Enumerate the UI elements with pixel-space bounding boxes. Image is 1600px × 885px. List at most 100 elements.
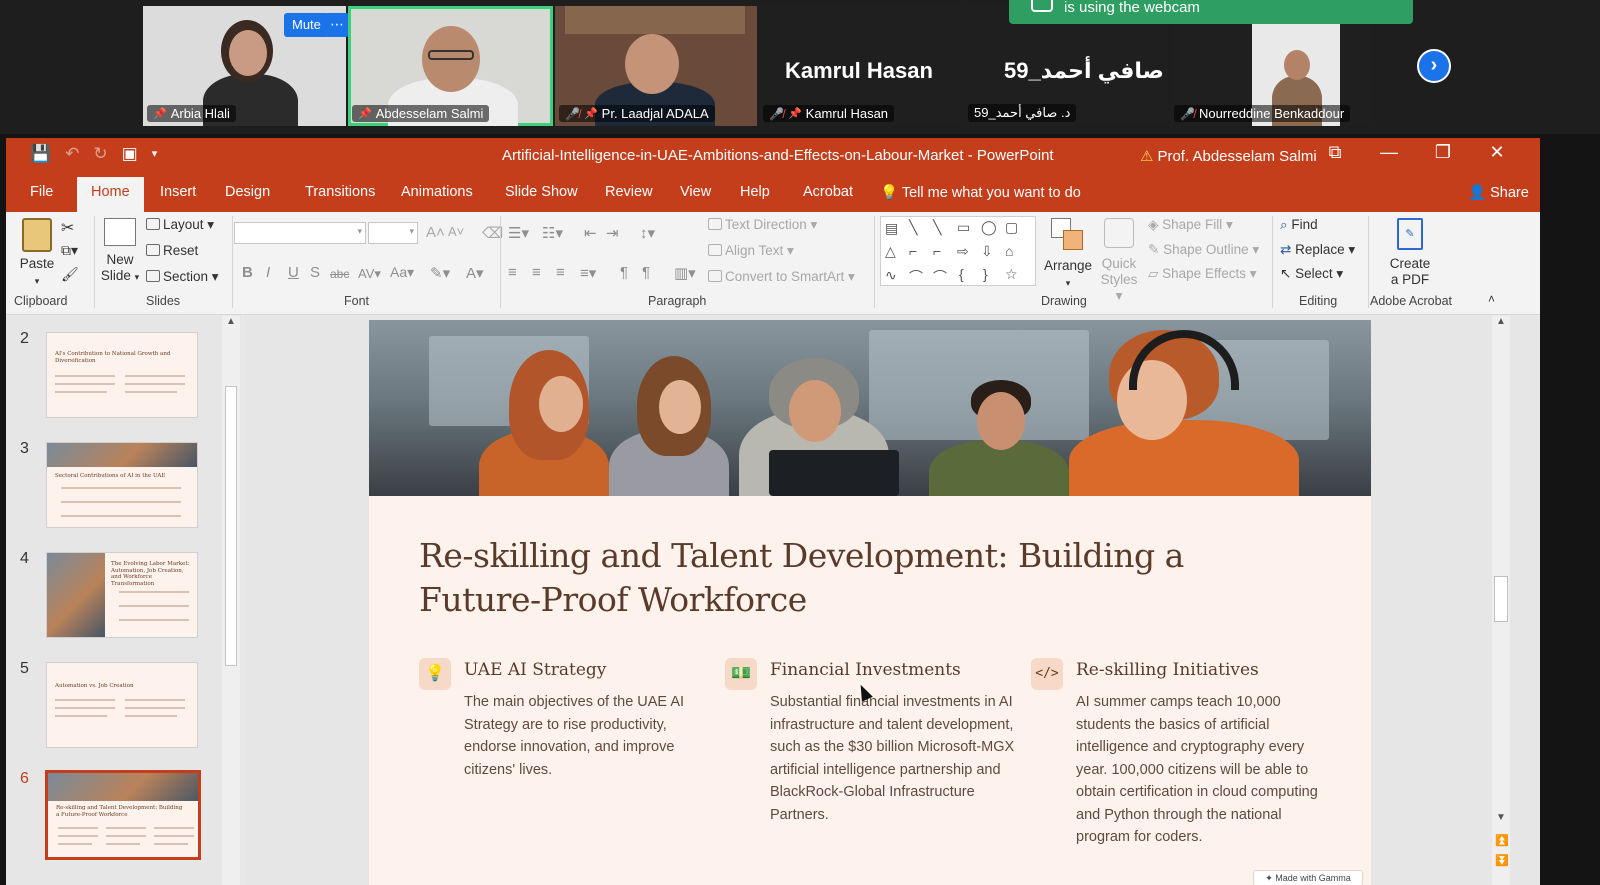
arc-shape-icon[interactable]: ⌒ — [933, 267, 947, 287]
left-brace-icon[interactable]: { — [959, 266, 964, 282]
scroll-up-icon[interactable]: ▲ — [1496, 316, 1506, 327]
current-slide[interactable]: Re-skilling and Talent Development: Buil… — [369, 320, 1371, 885]
line-shape-icon[interactable]: ╲ — [909, 219, 917, 236]
select-button[interactable]: ↖ Select ▾ — [1280, 266, 1343, 282]
font-size-field[interactable]: ▾ — [368, 222, 418, 244]
participant-tile[interactable]: 🎤̸ Nourreddine Benkaddour — [1170, 6, 1374, 126]
flowchart-shape-icon[interactable]: ⌂ — [1005, 243, 1013, 259]
mute-button[interactable]: Mute — [284, 13, 329, 37]
align-left-icon[interactable]: ≡ — [508, 264, 517, 281]
tab-view[interactable]: View — [680, 184, 711, 200]
slide-thumbnail[interactable]: Sectoral Contributions of AI in the UAE — [46, 442, 198, 528]
increase-indent-icon[interactable]: ⇥ — [606, 224, 619, 242]
shape-outline-button[interactable]: ✎ Shape Outline ▾ — [1148, 242, 1259, 258]
close-icon[interactable]: ✕ — [1482, 142, 1512, 163]
participant-tile[interactable]: Kamrul Hasan 🎤̸ 📌 Kamrul Hasan — [759, 6, 962, 126]
convert-smartart-button[interactable]: Convert to SmartArt ▾ — [708, 269, 855, 285]
tab-review[interactable]: Review — [605, 184, 653, 200]
character-spacing-icon[interactable]: AV▾ — [358, 266, 381, 282]
slide-title[interactable]: Re-skilling and Talent Development: Buil… — [419, 534, 1299, 622]
underline-icon[interactable]: U — [288, 264, 299, 281]
scroll-down-icon[interactable]: ▼ — [1496, 812, 1506, 823]
connector-shape-icon[interactable]: ⌐ — [909, 243, 917, 259]
copy-icon[interactable]: ⧉▾ — [61, 242, 78, 259]
font-color-icon[interactable]: A▾ — [466, 264, 484, 282]
reset-button[interactable]: Reset — [146, 243, 198, 258]
italic-icon[interactable]: I — [266, 264, 270, 281]
editor-scroll-thumb[interactable] — [1494, 576, 1508, 622]
bold-icon[interactable]: B — [242, 264, 253, 281]
section-button[interactable]: Section ▾ — [146, 269, 219, 285]
elbow-connector-icon[interactable]: ⌐ — [933, 243, 941, 259]
thumbnails-scroll-thumb[interactable] — [225, 386, 237, 666]
line-spacing-icon[interactable]: ↕▾ — [640, 224, 655, 242]
triangle-shape-icon[interactable]: △ — [885, 243, 896, 260]
decrease-indent-icon[interactable]: ⇤ — [584, 224, 597, 242]
tab-help[interactable]: Help — [740, 184, 770, 200]
cut-icon[interactable]: ✂ — [61, 218, 74, 238]
tab-design[interactable]: Design — [225, 184, 270, 200]
column-heading[interactable]: Financial Investments — [770, 660, 961, 680]
new-slide-button[interactable]: New Slide ▾ — [98, 216, 142, 285]
slide-thumbnail[interactable]: The Evolving Labor Market: Automation, J… — [46, 552, 198, 638]
minimize-icon[interactable]: — — [1374, 142, 1404, 163]
column-body[interactable]: AI summer camps teach 10,000 students th… — [1076, 691, 1328, 849]
curve-shape-icon[interactable]: ⌒ — [909, 267, 923, 287]
align-center-icon[interactable]: ≡ — [532, 264, 541, 281]
arrange-button[interactable]: Arrange ▾ — [1042, 216, 1094, 291]
redo-icon[interactable]: ↻ — [93, 144, 107, 164]
tab-home[interactable]: Home — [77, 177, 144, 212]
tell-me-search[interactable]: 💡 Tell me what you want to do — [880, 184, 1081, 201]
next-slide-icon[interactable]: ⏬ — [1495, 854, 1509, 867]
align-text-button[interactable]: Align Text ▾ — [708, 243, 794, 259]
column-body[interactable]: Substantial financial investments in AI … — [770, 691, 1022, 826]
right-brace-icon[interactable]: } — [983, 266, 988, 282]
previous-slide-icon[interactable]: ⏫ — [1495, 834, 1509, 847]
participant-tile[interactable]: 🎤̸ 📌 Pr. Laadjal ADALA — [555, 6, 757, 126]
participant-tile[interactable]: د. صافي أحمد_59 د. صافي أحمد_59 — [964, 6, 1168, 126]
restore-icon[interactable]: ❐ — [1428, 142, 1458, 163]
made-with-gamma-badge[interactable]: ✦ Made with Gamma — [1253, 870, 1363, 885]
right-arrow-shape-icon[interactable]: ⇨ — [957, 243, 969, 260]
column-body[interactable]: The main objectives of the UAE AI Strate… — [464, 691, 716, 781]
arrow-line-shape-icon[interactable]: ╲ — [933, 219, 941, 236]
share-button[interactable]: 👤 Share — [1468, 184, 1529, 201]
slide-thumbnail[interactable]: Automation vs. Job Creation — [46, 662, 198, 748]
down-arrow-shape-icon[interactable]: ⇩ — [981, 243, 993, 260]
slide-thumbnail[interactable]: AI's Contribution to National Growth and… — [46, 332, 198, 418]
text-direction-button[interactable]: Text Direction ▾ — [708, 217, 817, 233]
paste-button[interactable]: Paste ▾ — [14, 216, 60, 289]
bullets-icon[interactable]: ☰▾ — [508, 224, 529, 242]
next-participants-button[interactable]: › — [1417, 49, 1451, 83]
star-shape-icon[interactable]: ☆ — [1005, 266, 1018, 283]
layout-button[interactable]: Layout ▾ — [146, 217, 214, 233]
quick-styles-button[interactable]: Quick Styles ▾ — [1096, 216, 1142, 304]
rounded-rect-shape-icon[interactable]: ▢ — [1005, 219, 1018, 236]
change-case-icon[interactable]: Aa▾ — [390, 264, 414, 281]
column-heading[interactable]: Re-skilling Initiatives — [1076, 660, 1259, 680]
scroll-up-icon[interactable]: ▲ — [226, 316, 236, 327]
numbering-icon[interactable]: ☷▾ — [542, 224, 563, 242]
format-painter-icon[interactable]: 🖌 — [61, 266, 79, 283]
tab-animations[interactable]: Animations — [401, 184, 473, 200]
save-icon[interactable]: 💾 — [30, 144, 51, 164]
highlight-icon[interactable]: ✎▾ — [430, 264, 450, 282]
ltr-icon[interactable]: ¶ — [620, 264, 628, 281]
more-options-button[interactable]: ⋯ — [325, 13, 349, 37]
justify-icon[interactable]: ≡▾ — [580, 264, 596, 282]
create-pdf-button[interactable]: ✎ Create a PDF — [1378, 216, 1442, 288]
align-right-icon[interactable]: ≡ — [556, 264, 565, 281]
rtl-icon[interactable]: ¶ — [642, 264, 650, 281]
collapse-ribbon-icon[interactable]: ˄ — [1488, 292, 1495, 306]
tab-insert[interactable]: Insert — [160, 184, 196, 200]
replace-button[interactable]: ⇄ Replace ▾ — [1280, 242, 1355, 258]
ribbon-display-icon[interactable]: ⧉ — [1320, 142, 1350, 163]
shapes-gallery[interactable]: ▤ ╲ ╲ ▭ ◯ ▢ △ ⌐ ⌐ ⇨ ⇩ ⌂ ∿ ⌒ ⌒ { } ☆ — [880, 216, 1036, 286]
shadow-icon[interactable]: S — [310, 264, 320, 281]
account-user[interactable]: ⚠ Prof. Abdesselam Salmi — [1140, 147, 1317, 165]
rectangle-shape-icon[interactable]: ▭ — [957, 219, 970, 236]
tab-file[interactable]: File — [30, 184, 53, 200]
find-button[interactable]: ⌕ Find — [1280, 217, 1318, 233]
undo-icon[interactable]: ↶ — [65, 144, 79, 164]
font-name-field[interactable]: ▾ — [234, 222, 366, 244]
